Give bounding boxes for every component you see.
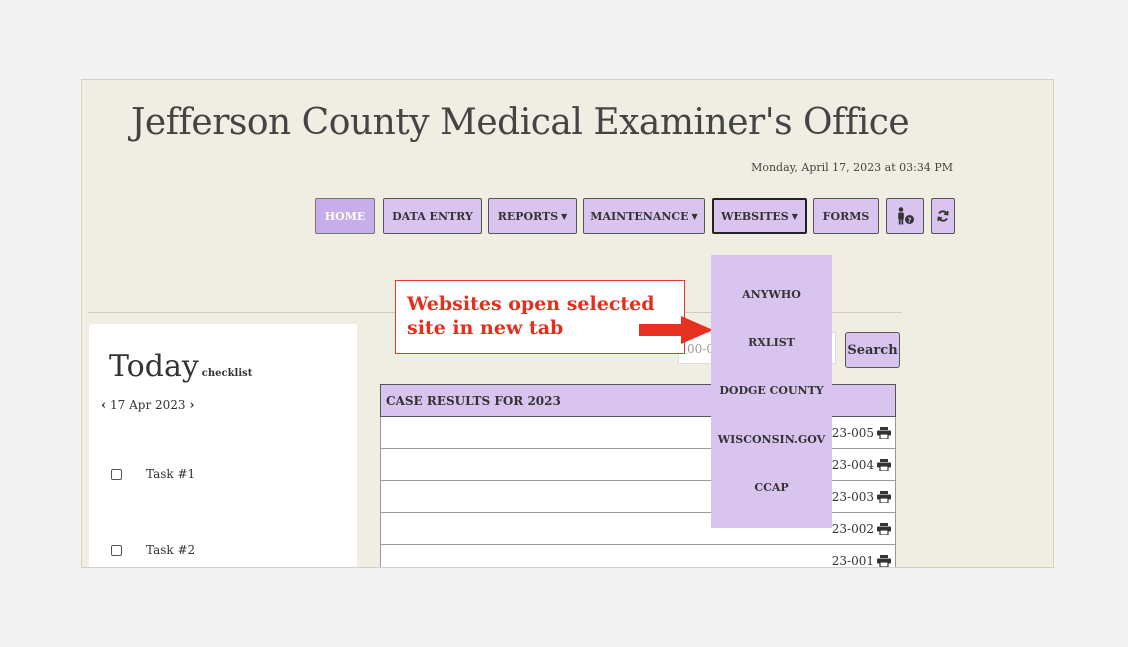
case-number[interactable]: 23-003 <box>832 490 874 504</box>
page-title: Jefferson County Medical Examiner's Offi… <box>131 102 910 143</box>
menu-item-wisconsin-gov[interactable]: WISCONSIN.GOV <box>711 433 832 446</box>
task-item: Task #2 <box>111 543 195 557</box>
caret-down-icon: ▼ <box>691 211 698 221</box>
case-number[interactable]: 23-005 <box>832 426 874 440</box>
menu-item-anywho[interactable]: ANYWHO <box>711 288 832 301</box>
user-help-button[interactable]: ? <box>886 198 924 234</box>
task-checkbox[interactable] <box>111 468 122 480</box>
app-window: Jefferson County Medical Examiner's Offi… <box>81 79 1054 568</box>
printer-icon[interactable] <box>877 459 891 471</box>
refresh-button[interactable] <box>931 198 955 234</box>
person-help-icon: ? <box>898 207 914 225</box>
websites-dropdown-menu: ANYWHO RXLIST DODGE COUNTY WISCONSIN.GOV… <box>711 255 832 528</box>
annotation-arrow-icon <box>639 316 713 344</box>
chevron-right-icon[interactable]: › <box>189 398 194 413</box>
refresh-icon <box>937 210 949 222</box>
today-heading: Today checklist <box>109 349 252 384</box>
nav-websites-button[interactable]: WEBSITES ▼ <box>712 198 807 234</box>
case-number[interactable]: 23-001 <box>832 554 874 567</box>
current-date: 17 Apr 2023 <box>110 398 186 412</box>
printer-icon[interactable] <box>877 555 891 567</box>
date-navigator: ‹ 17 Apr 2023 › <box>101 398 195 413</box>
nav-home-button[interactable]: HOME <box>315 198 375 234</box>
task-checkbox[interactable] <box>111 544 122 556</box>
search-button[interactable]: Search <box>845 332 900 368</box>
case-number[interactable]: 23-004 <box>832 458 874 472</box>
case-cell: 23-001 <box>832 554 891 567</box>
case-number[interactable]: 23-002 <box>832 522 874 536</box>
today-subtitle: checklist <box>201 368 253 379</box>
menu-item-dodge-county[interactable]: DODGE COUNTY <box>711 384 832 397</box>
nav-data-entry-button[interactable]: DATA ENTRY <box>383 198 482 234</box>
task-label: Task #1 <box>146 467 196 481</box>
printer-icon[interactable] <box>877 523 891 535</box>
task-label: Task #2 <box>146 543 196 557</box>
caret-down-icon: ▼ <box>561 211 568 221</box>
today-checklist-card: Today checklist ‹ 17 Apr 2023 › Task #1 T… <box>89 324 357 567</box>
nav-websites-label: WEBSITES <box>721 209 789 223</box>
table-row[interactable]: 23-001 <box>380 545 896 567</box>
annotation-line-2: site in new tab <box>407 317 564 339</box>
svg-text:?: ? <box>907 217 911 225</box>
case-search-value: 00-0 <box>687 342 714 356</box>
case-cell: 23-002 <box>832 522 891 536</box>
case-cell: 23-005 <box>832 426 891 440</box>
menu-item-rxlist[interactable]: RXLIST <box>711 336 832 349</box>
caret-down-icon: ▼ <box>791 211 798 221</box>
nav-forms-label: FORMS <box>822 209 870 223</box>
search-button-label: Search <box>847 342 898 358</box>
nav-reports-label: REPORTS <box>497 209 559 223</box>
nav-maintenance-button[interactable]: MAINTENANCE ▼ <box>583 198 705 234</box>
nav-forms-button[interactable]: FORMS <box>813 198 879 234</box>
menu-item-ccap[interactable]: CCAP <box>711 481 832 494</box>
printer-icon[interactable] <box>877 491 891 503</box>
annotation-line-1: Websites open selected <box>407 293 655 315</box>
nav-data-entry-label: DATA ENTRY <box>392 209 473 223</box>
chevron-left-icon[interactable]: ‹ <box>101 398 106 413</box>
nav-reports-button[interactable]: REPORTS ▼ <box>488 198 577 234</box>
nav-maintenance-label: MAINTENANCE <box>590 209 689 223</box>
current-datetime: Monday, April 17, 2023 at 03:34 PM <box>751 161 953 174</box>
task-item: Task #1 <box>111 467 195 481</box>
today-title: Today <box>109 349 199 384</box>
nav-home-label: HOME <box>324 209 366 223</box>
case-cell: 23-003 <box>832 490 891 504</box>
printer-icon[interactable] <box>877 427 891 439</box>
case-cell: 23-004 <box>832 458 891 472</box>
